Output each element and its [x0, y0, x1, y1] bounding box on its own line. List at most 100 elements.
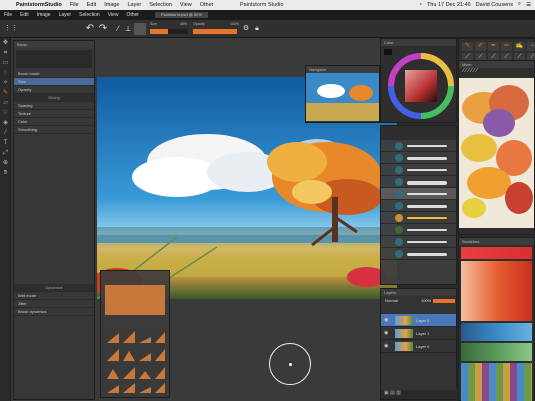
- layer-item[interactable]: ◉ Layer 1: [381, 327, 456, 340]
- brush-icon[interactable]: ✎: [0, 88, 11, 98]
- shape-presets[interactable]: [105, 329, 167, 395]
- folder-icon[interactable]: ▤: [390, 390, 395, 396]
- pen-tool-icon[interactable]: ✍: [514, 42, 525, 51]
- navigator-thumbnail[interactable]: [306, 73, 379, 121]
- brush-item[interactable]: [381, 224, 456, 236]
- color-preview-icon[interactable]: [134, 23, 146, 35]
- fill-icon[interactable]: ◈: [0, 118, 11, 128]
- brush-tool-icon[interactable]: ✎: [462, 42, 473, 51]
- swatch-gradient-blue[interactable]: [461, 323, 532, 341]
- menu-list-icon[interactable]: ☰: [526, 2, 531, 8]
- brush-row-mode[interactable]: Brush mode: [14, 70, 94, 78]
- visibility-icon[interactable]: ◉: [384, 330, 388, 336]
- brush-row-spacing[interactable]: Spacing: [14, 102, 94, 110]
- brush-item[interactable]: [381, 212, 456, 224]
- wifi-icon[interactable]: ◔: [419, 2, 422, 8]
- app-menu-file[interactable]: File: [0, 12, 16, 18]
- mixer-canvas[interactable]: [459, 78, 534, 228]
- visibility-icon[interactable]: ◉: [384, 343, 388, 349]
- brush-panel-title: Brush: [14, 41, 94, 48]
- brush-item[interactable]: [381, 176, 456, 188]
- brush-cursor-center: [289, 363, 292, 366]
- brush-item[interactable]: [381, 188, 456, 200]
- picker-icon[interactable]: ⁄: [0, 128, 11, 138]
- brush-row-texture[interactable]: Texture: [14, 110, 94, 118]
- menu-file[interactable]: File: [66, 2, 83, 8]
- brush-preview: [16, 50, 92, 68]
- blend-mode-select[interactable]: Normal: [385, 298, 398, 303]
- brush-row-color[interactable]: Color: [14, 118, 94, 126]
- layer-item[interactable]: ◉ Layer 2: [381, 314, 456, 327]
- lasso-icon[interactable]: ◌: [0, 68, 11, 78]
- layer-opacity-value[interactable]: 100%: [421, 298, 431, 303]
- mixer-brush-icon[interactable]: ∕ ∕ ∕ ∕ ∕ ∕: [463, 68, 477, 74]
- brush-item[interactable]: [381, 164, 456, 176]
- menu-edit[interactable]: Edit: [83, 2, 100, 8]
- new-layer-icon[interactable]: ▣: [384, 390, 389, 396]
- app-menu-other[interactable]: Other: [122, 12, 143, 18]
- brush-row-dynamics[interactable]: Brush dynamics: [14, 308, 94, 316]
- color-wheel[interactable]: [381, 46, 456, 121]
- app-menu-edit[interactable]: Edit: [16, 12, 33, 18]
- search-icon[interactable]: ⌕: [518, 1, 521, 8]
- smudge-icon[interactable]: ☞: [0, 108, 11, 118]
- app-menu-layer[interactable]: Layer: [55, 12, 76, 18]
- brush-item[interactable]: [381, 248, 456, 260]
- menu-app[interactable]: PaintstormStudio: [12, 2, 66, 8]
- airbrush-tool-icon[interactable]: ✒: [488, 42, 499, 51]
- grip-icon[interactable]: ⋮⋮: [4, 23, 18, 35]
- brush-row-opacity[interactable]: Opacity: [14, 86, 94, 94]
- selection-icon[interactable]: ▭: [0, 58, 11, 68]
- brush-item[interactable]: [381, 140, 456, 152]
- marker-tool-icon[interactable]: ✏: [501, 42, 512, 51]
- undo-icon[interactable]: ↶: [84, 23, 96, 35]
- eraser-icon[interactable]: ▱: [0, 98, 11, 108]
- swatch-row-red[interactable]: [461, 247, 532, 259]
- swatch-gradient-warm[interactable]: [461, 261, 532, 321]
- layer-options-row: Normal 100%: [381, 296, 456, 306]
- navigator-panel: Navigator: [305, 65, 380, 123]
- color-panel: Color: [380, 38, 457, 123]
- menu-image[interactable]: Image: [100, 2, 123, 8]
- size-slider[interactable]: [150, 29, 188, 34]
- opacity-slider[interactable]: [193, 29, 237, 34]
- redo-icon[interactable]: ↷: [97, 23, 109, 35]
- visibility-icon[interactable]: ◉: [384, 317, 388, 323]
- text-icon[interactable]: T: [0, 138, 11, 148]
- layers-panel: Layers Normal 100% ◉ Layer 2 ◉ Layer 1 ◉…: [380, 288, 458, 400]
- brush-item[interactable]: [381, 152, 456, 164]
- symmetry-icon[interactable]: ⟂: [122, 23, 134, 35]
- brush-row-size[interactable]: Size: [14, 78, 94, 86]
- swatch-grid[interactable]: [461, 363, 532, 401]
- brush-item[interactable]: [381, 236, 456, 248]
- swatch-gradient-green[interactable]: [461, 343, 532, 361]
- menu-other[interactable]: Other: [196, 2, 218, 8]
- user-name[interactable]: David Cousens: [476, 2, 513, 8]
- clock[interactable]: Thu 17 Dec 21:46: [427, 2, 471, 8]
- transform-icon[interactable]: ⤢: [0, 148, 11, 158]
- layer-opacity-slider[interactable]: [433, 299, 455, 303]
- app-menu-selection[interactable]: Selection: [75, 12, 104, 18]
- menu-layer[interactable]: Layer: [124, 2, 146, 8]
- crop-icon[interactable]: ⌗: [0, 48, 11, 58]
- layer-thumbnail: [395, 342, 413, 351]
- pencil-tool-icon[interactable]: ✐: [475, 42, 486, 51]
- lock-icon[interactable]: 🔒︎: [251, 23, 263, 35]
- app-menu-image[interactable]: Image: [33, 12, 55, 18]
- brush-row-jitter[interactable]: Jitter: [14, 300, 94, 308]
- hand-icon[interactable]: ✋︎: [0, 168, 11, 178]
- document-tab[interactable]: Paintstorm.psd @ 50%: [154, 12, 208, 18]
- menu-selection[interactable]: Selection: [145, 2, 176, 8]
- magic-wand-icon[interactable]: ✧: [0, 78, 11, 88]
- app-menu-view[interactable]: View: [104, 12, 123, 18]
- zoom-icon[interactable]: ⊕: [0, 158, 11, 168]
- layer-thumbnail: [395, 316, 413, 325]
- move-icon[interactable]: ✥: [0, 38, 11, 48]
- delete-layer-icon[interactable]: ▥: [396, 390, 401, 396]
- brush-row-wet[interactable]: Wet mode: [14, 292, 94, 300]
- menu-view[interactable]: View: [176, 2, 196, 8]
- layer-item[interactable]: ◉ Layer 0: [381, 340, 456, 353]
- brush-row-smoothing[interactable]: Smoothing: [14, 126, 94, 134]
- brush-item[interactable]: [381, 200, 456, 212]
- blend-tool-icon[interactable]: ⌁: [527, 42, 535, 51]
